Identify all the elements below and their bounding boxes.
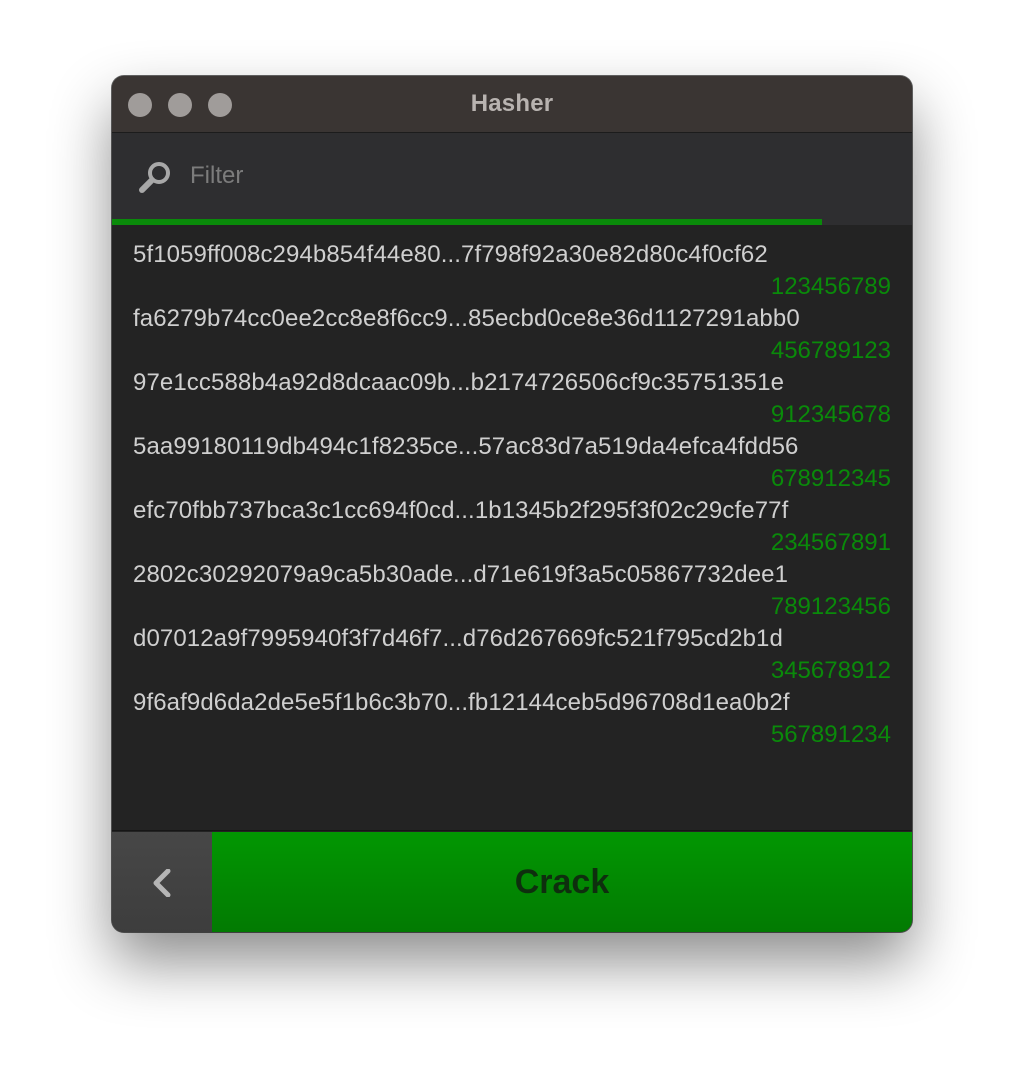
search-icon (139, 162, 170, 193)
hash-value: 2802c30292079a9ca5b30ade...d71e619f3a5c0… (133, 561, 789, 588)
result-row[interactable]: efc70fbb737bca3c1cc694f0cd...1b1345b2f29… (112, 481, 912, 556)
hash-value: fa6279b74cc0ee2cc8e8f6cc9...85ecbd0ce8e3… (133, 305, 800, 332)
results-list[interactable]: 5f1059ff008c294b854f44e80...7f798f92a30e… (112, 225, 912, 830)
hash-value: 5aa99180119db494c1f8235ce...57ac83d7a519… (133, 433, 799, 460)
result-row[interactable]: 2802c30292079a9ca5b30ade...d71e619f3a5c0… (112, 545, 912, 620)
hash-value: 9f6af9d6da2de5e5f1b6c3b70...fb12144ceb5d… (133, 689, 790, 716)
result-row[interactable]: 5f1059ff008c294b854f44e80...7f798f92a30e… (112, 225, 912, 300)
filter-bar (112, 133, 912, 219)
hash-value: 97e1cc588b4a92d8dcaac09b...b2174726506cf… (133, 369, 785, 396)
cracked-plaintext: 567891234 (770, 721, 891, 748)
result-row[interactable]: 5aa99180119db494c1f8235ce...57ac83d7a519… (112, 417, 912, 492)
result-row[interactable]: fa6279b74cc0ee2cc8e8f6cc9...85ecbd0ce8e3… (112, 289, 912, 364)
back-button[interactable] (112, 832, 212, 932)
crack-button[interactable]: Crack (212, 832, 912, 932)
app-window: Hasher 5f1059ff008c294b854f44e80...7f798… (112, 76, 912, 932)
result-row[interactable]: d07012a9f7995940f3f7d46f7...d76d267669fc… (112, 609, 912, 684)
hash-value: efc70fbb737bca3c1cc694f0cd...1b1345b2f29… (133, 497, 789, 524)
title-bar[interactable]: Hasher (112, 76, 912, 133)
filter-input[interactable] (190, 155, 880, 197)
hash-value: 5f1059ff008c294b854f44e80...7f798f92a30e… (133, 241, 768, 268)
result-row[interactable]: 9f6af9d6da2de5e5f1b6c3b70...fb12144ceb5d… (112, 673, 912, 748)
result-row[interactable]: 97e1cc588b4a92d8dcaac09b...b2174726506cf… (112, 353, 912, 428)
bottom-toolbar: Crack (112, 830, 912, 932)
window-title: Hasher (470, 90, 554, 117)
chevron-left-icon (153, 869, 171, 897)
hash-value: d07012a9f7995940f3f7d46f7...d76d267669fc… (133, 625, 783, 652)
